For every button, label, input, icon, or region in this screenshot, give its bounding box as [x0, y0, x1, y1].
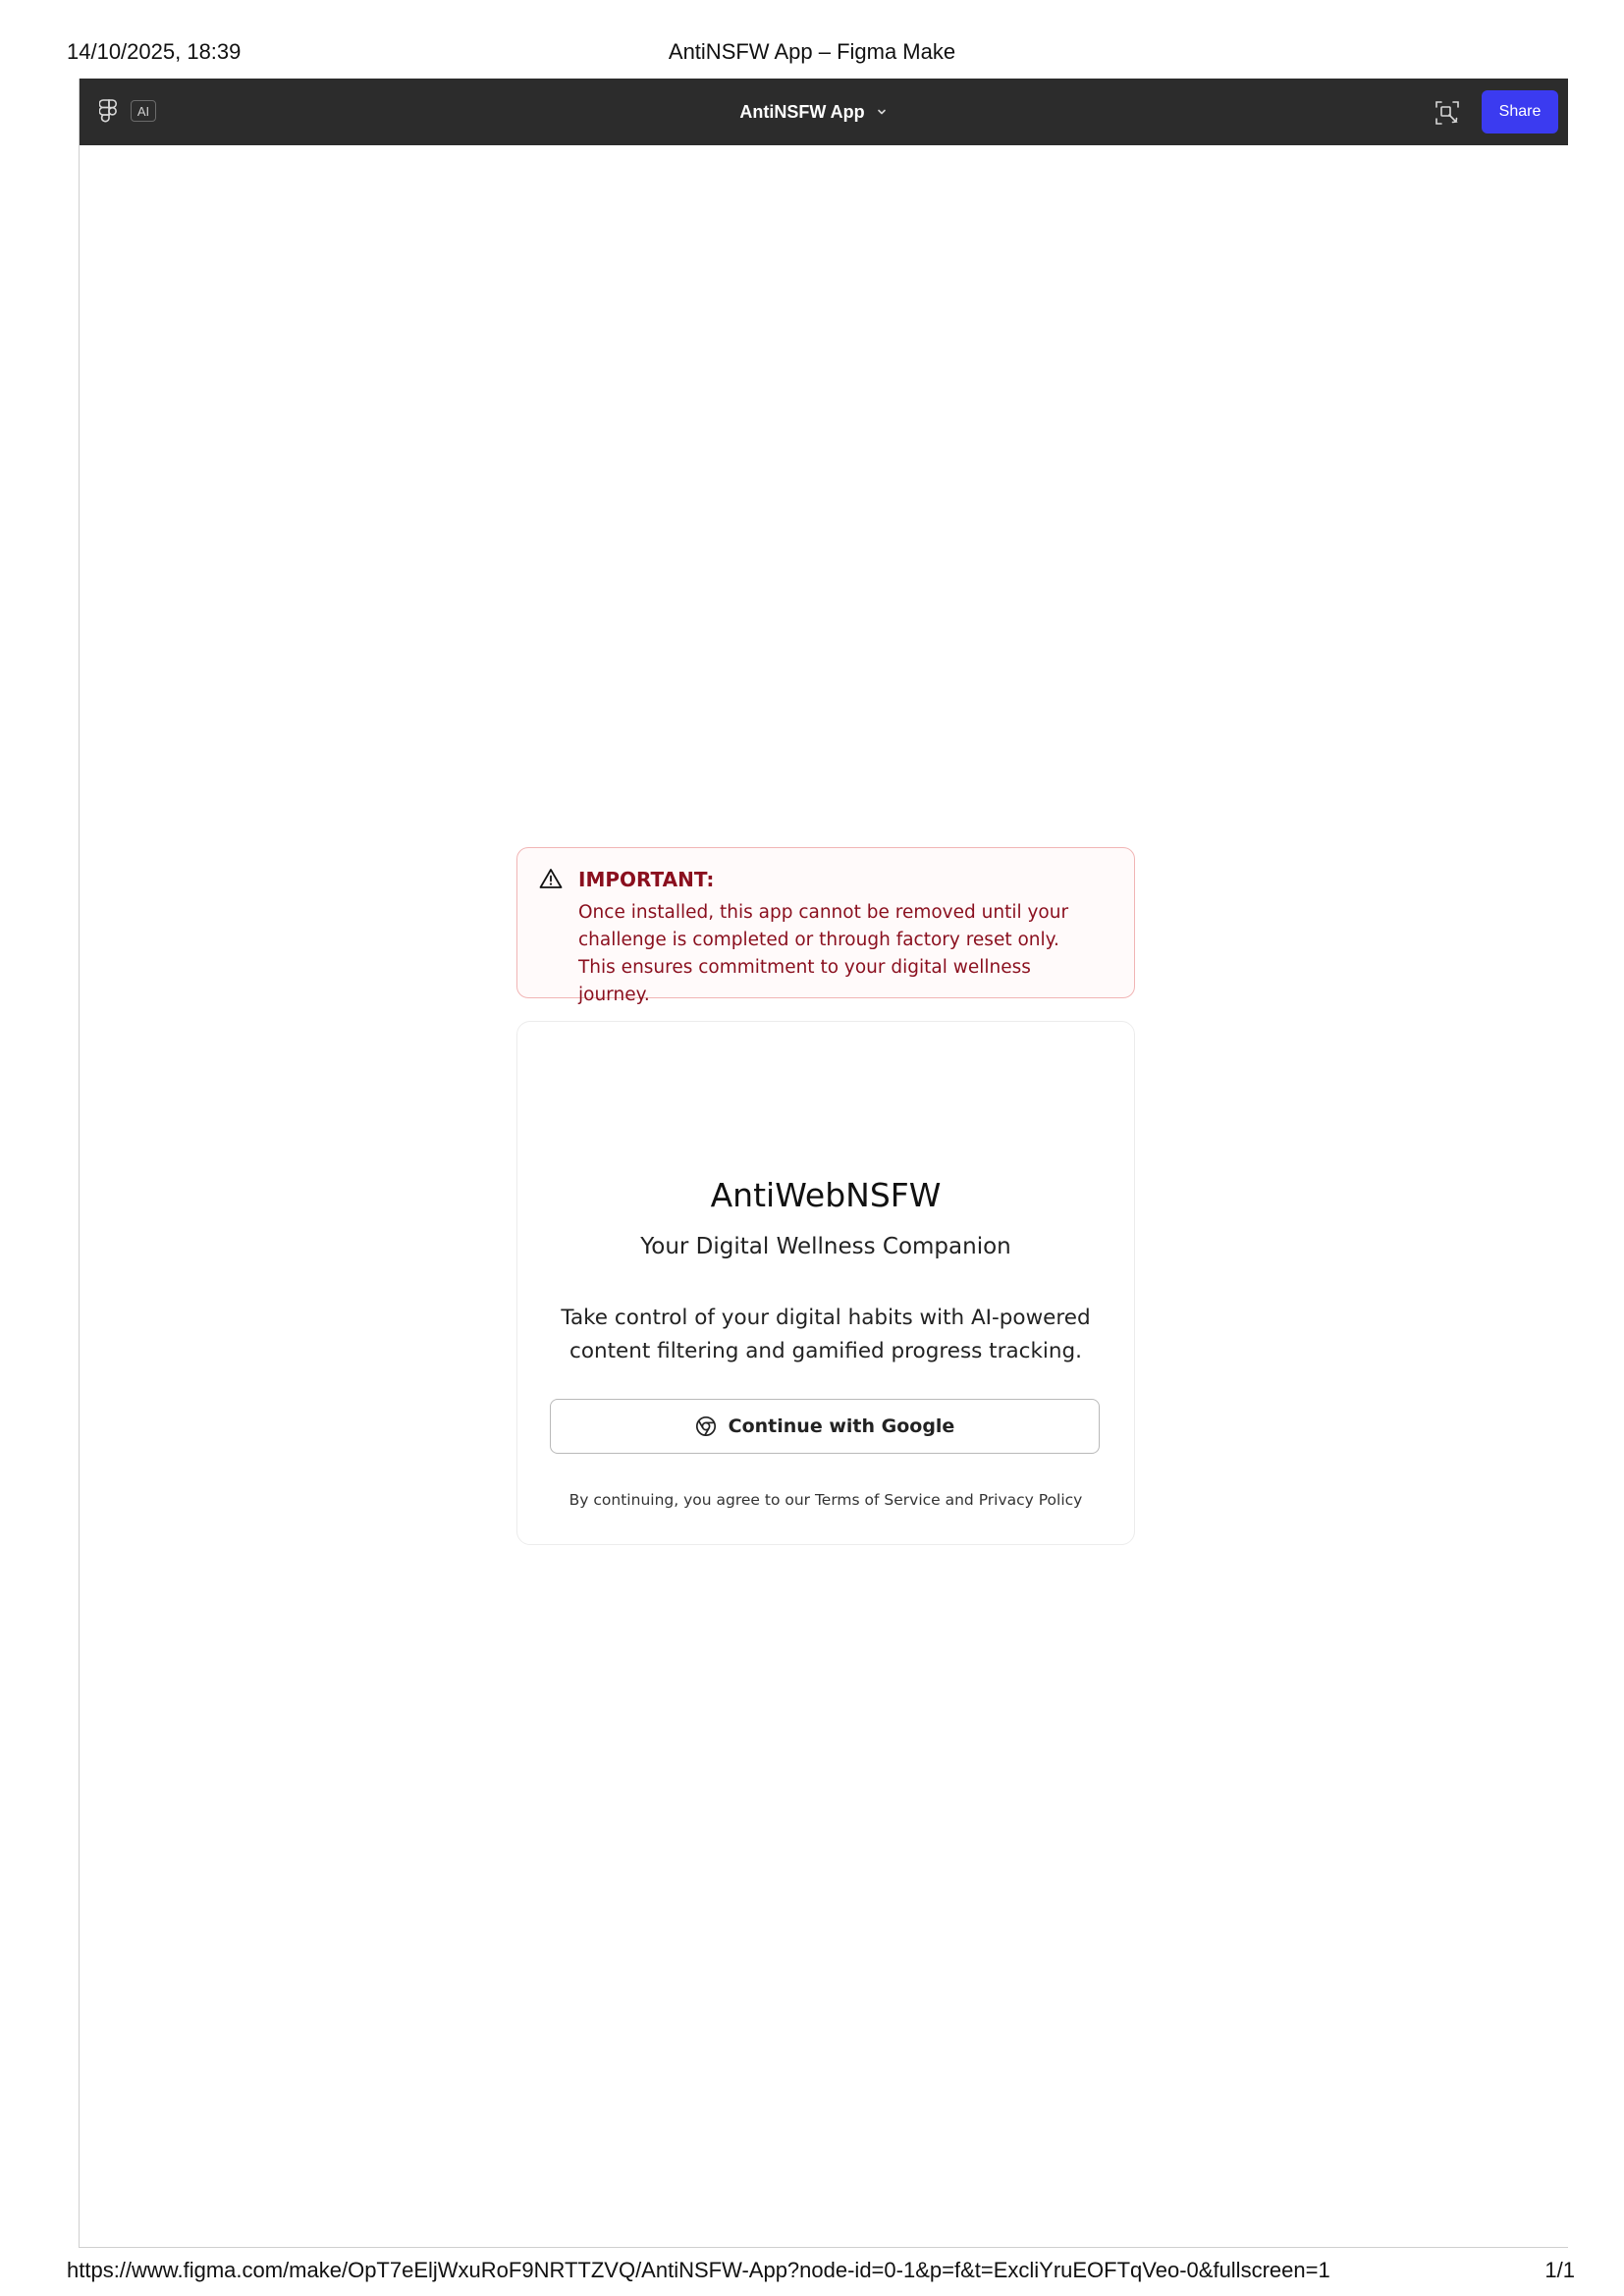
continue-with-google-button[interactable]: Continue with Google	[550, 1399, 1100, 1454]
chevron-down-icon	[877, 109, 886, 115]
warning-triangle-icon	[539, 869, 563, 888]
app-name-heading: AntiWebNSFW	[710, 1176, 942, 1214]
login-card: AntiWebNSFW Your Digital Wellness Compan…	[516, 1021, 1135, 1545]
page-frame: AI AntiNSFW App Share IMPORTANT: Once in…	[79, 79, 1568, 2248]
legal-notice: By continuing, you agree to our Terms of…	[568, 1491, 1083, 1509]
figma-topbar: AI AntiNSFW App Share	[80, 79, 1568, 145]
google-button-label: Continue with Google	[728, 1415, 955, 1437]
present-icon[interactable]	[1435, 100, 1460, 126]
important-warning: IMPORTANT: Once installed, this app cann…	[516, 847, 1135, 1005]
warning-heading: IMPORTANT:	[578, 868, 715, 891]
print-page-number: 1/1	[1544, 2258, 1575, 2282]
print-url: https://www.figma.com/make/OpT7eEljWxuRo…	[67, 2258, 1330, 2282]
chrome-icon	[695, 1415, 716, 1437]
app-title-menu[interactable]: AntiNSFW App	[80, 79, 1568, 145]
share-button[interactable]: Share	[1482, 90, 1558, 133]
app-title: AntiNSFW App	[739, 101, 865, 122]
warning-body: Once installed, this app cannot be remov…	[578, 902, 1069, 1005]
app-tagline: Your Digital Wellness Companion	[640, 1234, 1011, 1259]
print-title: AntiNSFW App – Figma Make	[668, 39, 956, 64]
app-description: Take control of your digital habits with…	[561, 1306, 1091, 1363]
